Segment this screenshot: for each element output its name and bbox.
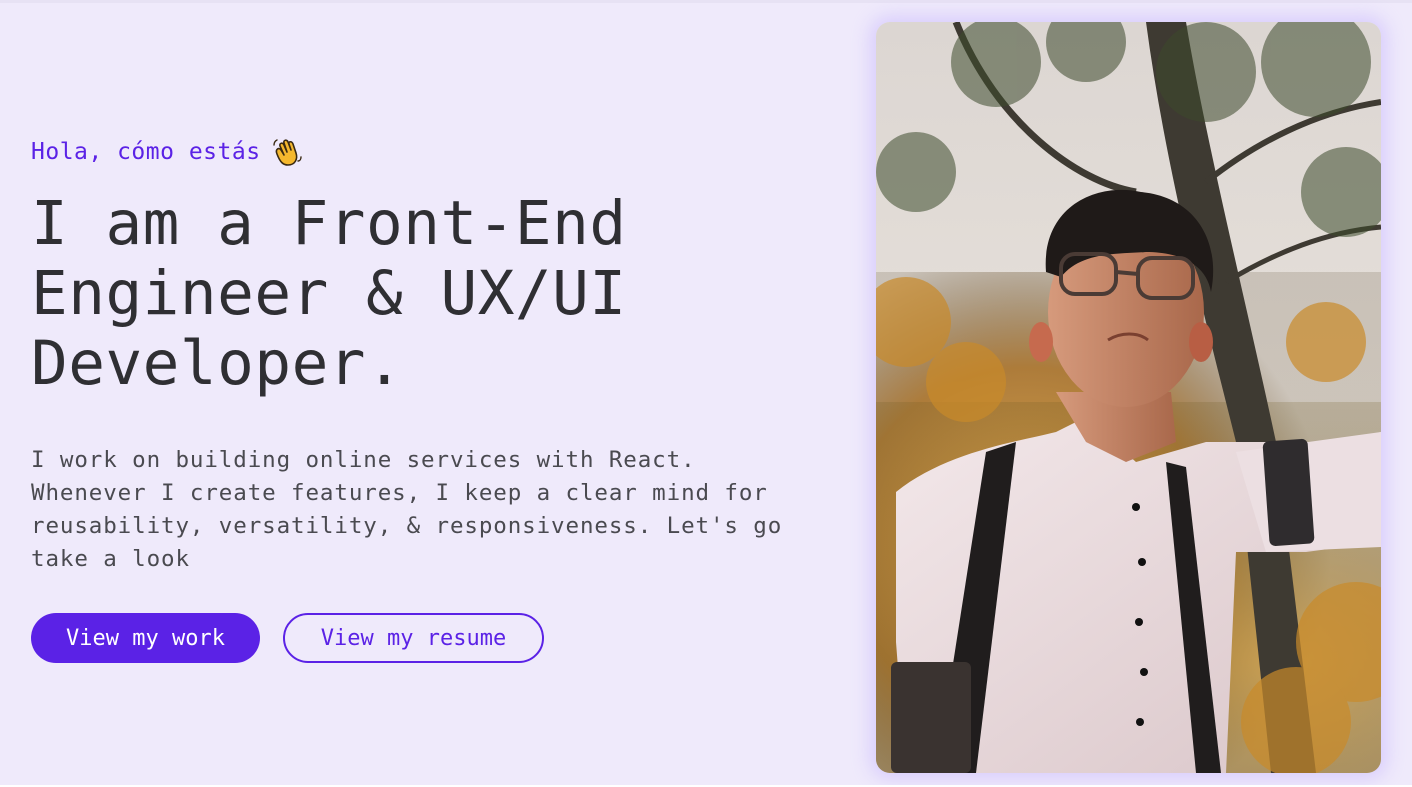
waving-hand-icon <box>271 137 303 167</box>
intro-paragraph: I work on building online services with … <box>31 447 783 572</box>
view-work-button[interactable]: View my work <box>31 613 260 663</box>
greeting-text: Hola, cómo estás <box>31 139 261 165</box>
view-resume-button[interactable]: View my resume <box>283 613 544 663</box>
greeting: Hola, cómo estás <box>31 135 831 169</box>
page-title: I am a Front-End Engineer & UX/UI Develo… <box>31 188 627 399</box>
top-border <box>0 0 1412 3</box>
hero-section: Hola, cómo estás I am a Front-End Engine… <box>31 135 831 576</box>
hero-actions: View my work View my resume <box>31 613 544 663</box>
portrait-photo <box>876 22 1381 773</box>
